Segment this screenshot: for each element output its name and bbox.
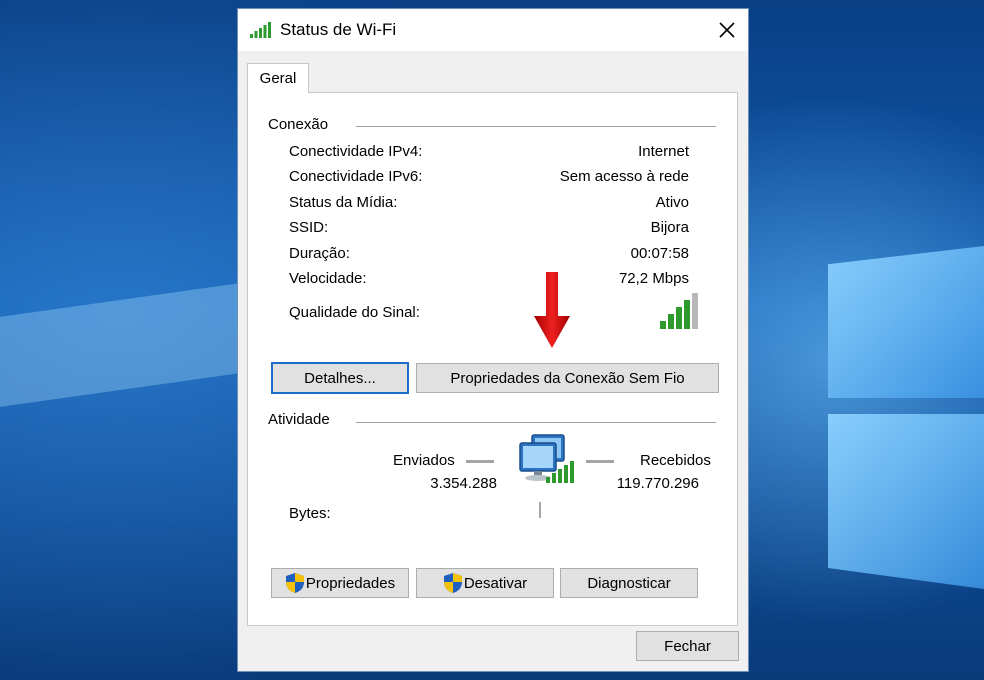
tab-panel-geral: Conexão Conectividade IPv4: Internet Con… xyxy=(247,92,738,626)
tab-geral[interactable]: Geral xyxy=(247,63,309,93)
ipv4-value: Internet xyxy=(638,143,689,160)
windows-logo-pane-bottom xyxy=(828,414,984,589)
window-title: Status de Wi-Fi xyxy=(280,20,397,39)
ipv4-label: Conectividade IPv4: xyxy=(289,143,423,160)
title-bar[interactable]: Status de Wi-Fi xyxy=(238,9,748,51)
media-status-label: Status da Mídia: xyxy=(289,194,398,211)
received-label: Recebidos xyxy=(640,452,711,469)
sent-label: Enviados xyxy=(393,452,455,469)
connection-group-label: Conexão xyxy=(268,116,335,133)
disable-button[interactable]: Desativar xyxy=(416,568,554,598)
windows-logo-pane-top xyxy=(828,246,984,398)
light-beam xyxy=(0,283,240,407)
red-arrow-down-icon xyxy=(534,272,570,348)
activity-divider xyxy=(539,502,541,518)
signal-bar xyxy=(668,314,674,329)
sent-connector xyxy=(466,460,494,463)
connection-group-divider xyxy=(356,126,716,127)
close-button[interactable] xyxy=(706,9,748,51)
activity-group-divider xyxy=(356,422,716,423)
ipv6-label: Conectividade IPv6: xyxy=(289,168,423,185)
activity-group-label: Atividade xyxy=(268,411,336,428)
close-dialog-button[interactable]: Fechar xyxy=(636,631,739,661)
signal-bar xyxy=(676,307,682,329)
uac-shield-icon xyxy=(443,573,462,593)
speed-value: 72,2 Mbps xyxy=(618,270,689,287)
network-computers-icon xyxy=(519,434,574,483)
media-status-value: Ativo xyxy=(655,194,689,211)
signal-bar xyxy=(684,300,690,329)
ipv6-value: Sem acesso à rede xyxy=(559,168,689,185)
speed-label: Velocidade: xyxy=(289,270,367,287)
signal-bar xyxy=(692,293,698,329)
wifi-signal-icon xyxy=(250,22,271,38)
duration-label: Duração: xyxy=(289,245,350,262)
ssid-label: SSID: xyxy=(289,219,329,236)
disable-button-label: Desativar xyxy=(463,574,528,592)
signal-quality-label: Qualidade do Sinal: xyxy=(289,304,420,321)
bytes-sent-value: 3.354.288 xyxy=(430,475,497,492)
details-button[interactable]: Detalhes... xyxy=(271,362,409,394)
signal-bar xyxy=(660,321,666,329)
properties-button-label: Propriedades xyxy=(305,574,396,592)
duration-value: 00:07:58 xyxy=(630,245,689,262)
signal-quality-bars-icon xyxy=(660,293,698,329)
wifi-status-dialog: Status de Wi-Fi Geral Conexão Conectivid… xyxy=(237,8,749,672)
uac-shield-icon xyxy=(285,573,304,593)
received-connector xyxy=(586,460,614,463)
diagnose-button[interactable]: Diagnosticar xyxy=(560,568,698,598)
wireless-properties-button[interactable]: Propriedades da Conexão Sem Fio xyxy=(416,363,719,393)
ssid-value: Bijora xyxy=(650,219,689,236)
properties-button[interactable]: Propriedades xyxy=(271,568,409,598)
bytes-received-value: 119.770.296 xyxy=(616,475,699,492)
bytes-label: Bytes: xyxy=(289,505,331,522)
close-icon xyxy=(719,22,735,38)
